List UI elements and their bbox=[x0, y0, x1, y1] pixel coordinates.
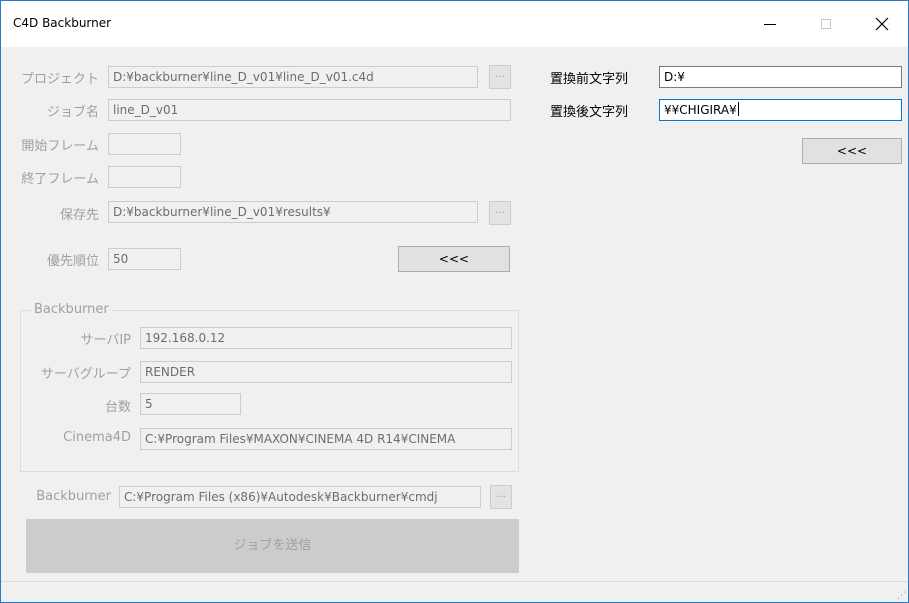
window-title: C4D Backburner bbox=[13, 16, 112, 30]
app-window: C4D Backburner プロジェクト D:¥backburner¥line… bbox=[0, 0, 909, 603]
cinema4d-label: Cinema4D bbox=[63, 430, 131, 445]
minimize-icon bbox=[764, 24, 776, 25]
priority-label: 優先順位 bbox=[46, 254, 99, 269]
apply-left-button[interactable]: <<< bbox=[398, 246, 510, 272]
replace-after-field[interactable]: ¥¥CHIGIRA¥ bbox=[659, 99, 902, 121]
backburner-group-title: Backburner bbox=[31, 302, 112, 317]
maximize-icon bbox=[821, 19, 831, 29]
count-label: 台数 bbox=[104, 400, 131, 415]
save-dest-label: 保存先 bbox=[59, 208, 99, 223]
minimize-button[interactable] bbox=[747, 1, 793, 47]
jobname-label: ジョブ名 bbox=[46, 105, 99, 120]
project-browse-button[interactable]: ... bbox=[489, 65, 511, 89]
close-button[interactable] bbox=[859, 1, 905, 47]
cinema4d-field[interactable]: C:¥Program Files¥MAXON¥CINEMA 4D R14¥CIN… bbox=[140, 428, 512, 450]
server-group-field[interactable]: RENDER bbox=[140, 361, 512, 383]
apply-replace-button[interactable]: <<< bbox=[802, 138, 902, 164]
resize-grip-icon[interactable]: ⋰ bbox=[897, 591, 906, 601]
count-field[interactable]: 5 bbox=[140, 393, 241, 415]
replace-before-label: 置換前文字列 bbox=[550, 72, 629, 87]
server-ip-label: サーバIP bbox=[80, 333, 131, 348]
jobname-field[interactable]: line_D_v01 bbox=[108, 99, 511, 121]
priority-field[interactable]: 50 bbox=[108, 248, 181, 270]
save-browse-button[interactable]: ... bbox=[489, 201, 511, 225]
save-dest-field[interactable]: D:¥backburner¥line_D_v01¥results¥ bbox=[108, 201, 478, 223]
maximize-button[interactable] bbox=[803, 1, 849, 47]
close-icon bbox=[875, 17, 889, 31]
project-label: プロジェクト bbox=[20, 72, 99, 87]
submit-job-button[interactable]: ジョブを送信 bbox=[26, 519, 519, 573]
server-group-label: サーバグループ bbox=[40, 367, 131, 382]
server-ip-field[interactable]: 192.168.0.12 bbox=[140, 327, 512, 349]
project-field[interactable]: D:¥backburner¥line_D_v01¥line_D_v01.c4d bbox=[108, 66, 478, 88]
text-caret bbox=[737, 102, 739, 116]
backburner-path-label: Backburner bbox=[36, 489, 111, 504]
replace-before-field[interactable]: D:¥ bbox=[659, 66, 902, 88]
replace-after-text: ¥¥CHIGIRA¥ bbox=[664, 103, 737, 117]
end-frame-label: 終了フレーム bbox=[21, 172, 99, 187]
replace-after-label: 置換後文字列 bbox=[550, 105, 629, 120]
backburner-path-field[interactable]: C:¥Program Files (x86)¥Autodesk¥Backburn… bbox=[119, 486, 481, 508]
start-frame-field[interactable] bbox=[108, 133, 181, 155]
end-frame-field[interactable] bbox=[108, 166, 181, 188]
status-bar: ⋰ bbox=[1, 581, 908, 602]
start-frame-label: 開始フレーム bbox=[21, 139, 99, 154]
backburner-browse-button[interactable]: ... bbox=[490, 485, 512, 509]
title-bar[interactable]: C4D Backburner bbox=[1, 1, 908, 47]
